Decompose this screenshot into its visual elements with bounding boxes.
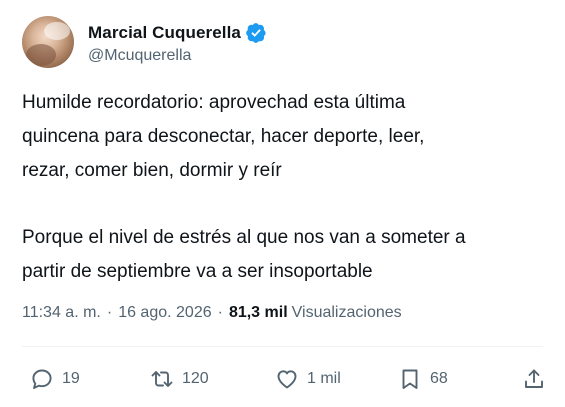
author-handle[interactable]: @Mcuquerella bbox=[88, 47, 191, 65]
reply-count: 19 bbox=[62, 370, 80, 387]
bookmark-button[interactable]: 68 bbox=[398, 364, 448, 394]
author-display-name[interactable]: Marcial Cuquerella bbox=[88, 23, 241, 43]
tweet-time[interactable]: 11:34 a. m. bbox=[22, 304, 101, 322]
retweet-count: 120 bbox=[182, 370, 209, 387]
avatar[interactable] bbox=[22, 16, 74, 68]
reply-icon bbox=[32, 369, 52, 389]
bookmark-count: 68 bbox=[430, 370, 448, 387]
tweet-date[interactable]: 16 ago. 2026 bbox=[118, 304, 211, 322]
tweet-text: Humilde recordatorio: aprovechad esta úl… bbox=[22, 86, 547, 289]
tweet-header: Marcial Cuquerella @Mcuquerella bbox=[22, 14, 542, 70]
meta-separator: · bbox=[217, 304, 223, 321]
tweet-actions: 19 120 1 mil 68 bbox=[22, 364, 552, 394]
divider bbox=[22, 346, 543, 347]
like-button[interactable]: 1 mil bbox=[275, 364, 341, 394]
views-count[interactable]: 81,3 mil bbox=[229, 304, 288, 322]
reply-button[interactable]: 19 bbox=[30, 364, 80, 394]
like-count: 1 mil bbox=[307, 370, 341, 387]
heart-icon bbox=[277, 370, 297, 389]
author-name-row: Marcial Cuquerella bbox=[88, 21, 266, 45]
share-icon bbox=[525, 369, 543, 388]
tweet-paragraph-2: Porque el nivel de estrés al que nos van… bbox=[22, 227, 466, 282]
tweet-paragraph-1: Humilde recordatorio: aprovechad esta úl… bbox=[22, 92, 425, 181]
bookmark-icon bbox=[402, 369, 418, 389]
tweet-metadata: 11:34 a. m. · 16 ago. 2026 · 81,3 mil Vi… bbox=[22, 301, 402, 325]
retweet-button[interactable]: 120 bbox=[150, 364, 209, 394]
meta-separator: · bbox=[106, 304, 113, 321]
verified-badge-icon bbox=[246, 23, 266, 43]
share-button[interactable] bbox=[522, 364, 546, 394]
views-label[interactable]: Visualizaciones bbox=[292, 304, 402, 322]
retweet-icon bbox=[151, 371, 173, 387]
